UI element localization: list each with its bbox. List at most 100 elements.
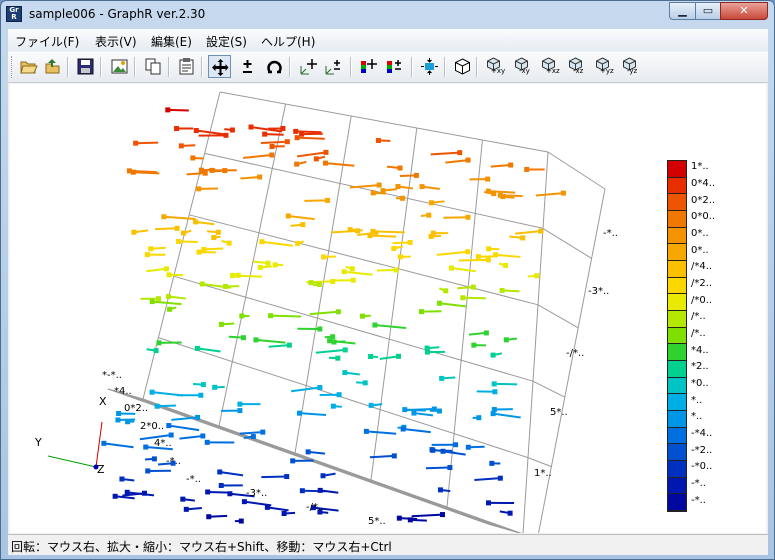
view-minus-yz-button[interactable]: -yz bbox=[618, 55, 641, 78]
close-button[interactable]: ✕ bbox=[720, 2, 768, 20]
grid-line bbox=[532, 380, 566, 398]
maximize-button[interactable]: ▭ bbox=[695, 2, 721, 20]
axis-move-button[interactable] bbox=[297, 55, 320, 78]
toolbar-grip[interactable] bbox=[11, 56, 15, 78]
vector-head bbox=[294, 135, 300, 141]
menu-edit[interactable]: 編集(E) bbox=[151, 33, 192, 50]
open-data-button[interactable] bbox=[41, 55, 64, 78]
vector-head bbox=[350, 277, 356, 283]
menu-help[interactable]: ヘルプ(H) bbox=[261, 33, 315, 50]
vector-arrow bbox=[502, 289, 520, 293]
toolbar-separator bbox=[134, 57, 136, 77]
save-icon bbox=[77, 58, 94, 75]
vector-head bbox=[195, 414, 201, 420]
vector-arrow bbox=[244, 500, 272, 507]
axis-scale-button[interactable] bbox=[322, 55, 345, 78]
vector-head bbox=[300, 222, 306, 228]
y-axis-tick-label: -*.. bbox=[186, 474, 201, 485]
app-icon[interactable]: Gr R bbox=[6, 6, 22, 22]
x-axis-tick-label: 0*2.. bbox=[124, 403, 149, 414]
vector-arrow bbox=[196, 129, 227, 136]
cube-button[interactable] bbox=[451, 55, 474, 78]
plot-3d-scene[interactable] bbox=[10, 84, 766, 533]
move-button[interactable] bbox=[208, 55, 231, 78]
triad-y-label: Y bbox=[35, 436, 42, 449]
vector-arrow bbox=[270, 314, 302, 318]
color-bar-label: -*2.. bbox=[691, 444, 713, 456]
vector-head bbox=[426, 212, 432, 218]
vector-head bbox=[534, 273, 540, 279]
axis-move-icon bbox=[300, 59, 317, 75]
view-label: +yz bbox=[600, 67, 614, 75]
vector-head bbox=[284, 474, 290, 480]
vector-head bbox=[151, 456, 157, 462]
vector-head bbox=[265, 260, 271, 266]
vector-arrow bbox=[372, 230, 405, 234]
save-button[interactable] bbox=[74, 55, 97, 78]
vector-head bbox=[485, 176, 491, 182]
color-bar-cell bbox=[668, 311, 686, 328]
vector-head bbox=[429, 447, 435, 453]
view-minus-xz-button[interactable]: -xz bbox=[564, 55, 587, 78]
view-plus-xy-button[interactable]: +xy bbox=[482, 55, 505, 78]
vector-arrow bbox=[179, 434, 203, 440]
vector-arrow bbox=[369, 454, 395, 459]
copy-button[interactable] bbox=[142, 55, 165, 78]
toolbar-separator bbox=[444, 57, 446, 77]
color-bar-cell bbox=[668, 427, 686, 445]
vector-head bbox=[370, 190, 376, 196]
color-bar-cell bbox=[668, 361, 686, 378]
vector-arrow bbox=[514, 230, 541, 235]
vector-head bbox=[201, 246, 207, 252]
color-bar-label: 1*.. bbox=[691, 161, 709, 173]
cube-icon bbox=[455, 58, 470, 75]
vector-head bbox=[395, 353, 401, 359]
color-bar-cell bbox=[668, 411, 686, 428]
vector-head bbox=[211, 235, 217, 241]
vector-arrow bbox=[320, 489, 339, 494]
clipboard-button[interactable] bbox=[175, 55, 198, 78]
vector-arrow bbox=[296, 151, 327, 158]
color-bar-label: -*.. bbox=[691, 494, 706, 506]
title-bar[interactable]: Gr R sample006 - GraphR ver.2.30 ▁ ▭ ✕ bbox=[1, 1, 774, 29]
export-image-button[interactable] bbox=[108, 55, 131, 78]
vector-head bbox=[320, 473, 326, 479]
plus-minus-button[interactable] bbox=[236, 55, 259, 78]
vector-arrow bbox=[152, 300, 182, 306]
vector-head bbox=[222, 168, 228, 174]
vector-head bbox=[153, 348, 159, 354]
open-folder-button[interactable] bbox=[17, 55, 40, 78]
color-bar-cell bbox=[668, 461, 686, 478]
minimize-button[interactable]: ▁ bbox=[669, 2, 696, 20]
y-axis-tick-label: -/*.. bbox=[306, 502, 325, 513]
vector-arrow bbox=[203, 247, 224, 251]
vector-head bbox=[178, 143, 184, 149]
fit-view-button[interactable] bbox=[418, 55, 441, 78]
colorbar-scale-button[interactable] bbox=[383, 55, 406, 78]
vector-head bbox=[497, 475, 503, 481]
view-plus-xz-button[interactable]: +xz bbox=[537, 55, 560, 78]
vector-head bbox=[342, 370, 348, 376]
view-plus-yz-button[interactable]: +yz bbox=[591, 55, 614, 78]
plot-canvas[interactable]: 1*.. 0*4.. 0*2.. 0*0.. 0*.. 0*.. /*4.. /*2.. /*0… bbox=[10, 84, 766, 533]
vector-head bbox=[168, 432, 174, 438]
menu-settings[interactable]: 設定(S) bbox=[206, 33, 247, 50]
vector-head bbox=[165, 107, 171, 113]
color-bar-cell bbox=[668, 394, 686, 411]
color-bar-cell bbox=[668, 211, 686, 228]
vector-head bbox=[465, 157, 471, 163]
vector-head bbox=[330, 334, 336, 340]
rotate-button[interactable] bbox=[263, 55, 286, 78]
vector-head bbox=[198, 392, 204, 398]
menu-view[interactable]: 表示(V) bbox=[95, 33, 137, 50]
vector-head bbox=[237, 401, 243, 407]
vector-head bbox=[465, 249, 471, 255]
toolbar-separator bbox=[289, 57, 291, 77]
menu-file[interactable]: ファイル(F) bbox=[15, 33, 79, 50]
colorbar-move-button[interactable] bbox=[357, 55, 380, 78]
x-axis-tick-label: *4.. bbox=[114, 386, 132, 397]
view-minus-xy-button[interactable]: -xy bbox=[510, 55, 533, 78]
vector-head bbox=[285, 213, 291, 219]
vector-arrow bbox=[443, 216, 468, 219]
vector-head bbox=[155, 296, 161, 302]
